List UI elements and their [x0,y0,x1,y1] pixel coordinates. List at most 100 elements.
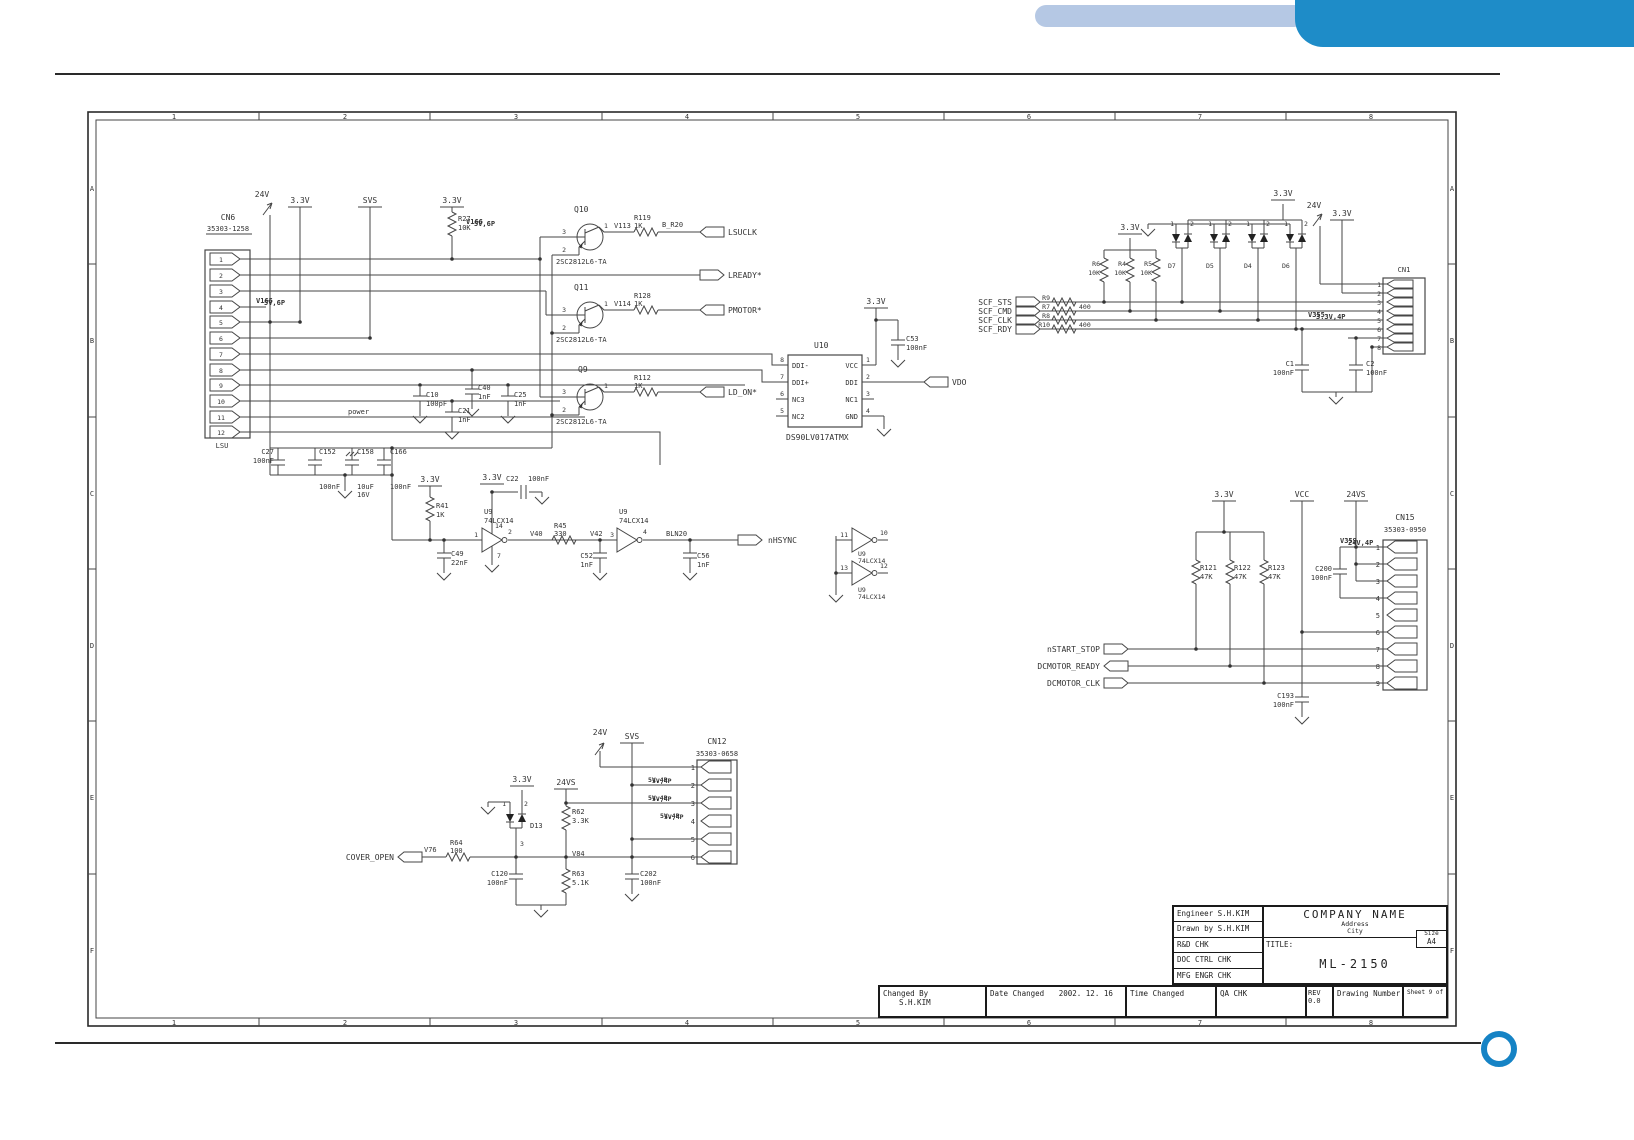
c52-val: 1nF [580,561,593,569]
pin-label: 1 [866,356,870,364]
r119-ref: R119 [634,214,651,222]
port-pmotor: PMOTOR* [728,306,762,315]
cn1-ref: CN1 [1398,266,1411,274]
changed-by-value: S.H.KIM [899,998,931,1007]
grid-col-label: 8 [1369,113,1373,121]
c49-val: 22nF [451,559,468,567]
grid-row-label: C [1450,490,1454,498]
pin-label: 2 [562,324,566,332]
driver-section: Q10 Q11 Q9 2SC2812L6-TA 2SC2812L6-TA 2SC… [539,205,762,448]
cap-val: 1nF [458,416,471,424]
d4-ref: D4 [1244,262,1252,270]
r6-val: 10K [1088,269,1100,277]
company-name: COMPANY NAME [1303,908,1407,921]
pin-label: 1 [691,764,695,772]
r5-ref: R5 [1144,260,1152,268]
grid-row-label: F [1450,947,1454,955]
r62-ref: R62 [572,808,585,816]
rev-label: REV [1308,989,1321,997]
grid-col-label: 1 [172,1019,176,1027]
grid-col-label: 8 [1369,1019,1373,1027]
r45-val: 330 [554,530,567,538]
pin-label: 5 [691,836,695,844]
rail-svs: SVS [363,196,378,205]
pin-label: 1 [474,531,478,539]
c53-val: 100nF [906,344,927,352]
c1-ref: C1 [1286,360,1294,368]
grid-col-label: 7 [1198,113,1202,121]
time-changed-label: Time Changed [1130,989,1185,998]
date-changed-cell: Date Changed 2002. 12. 16 [987,987,1127,1016]
cap-val: 1nF [478,393,491,401]
pin-name: NC2 [792,413,805,421]
cn6-pin: 11 [217,414,225,422]
port-lready: LREADY* [728,271,762,280]
r9-ref: R9 [1042,294,1050,302]
pin-label: 4 [1377,308,1381,316]
pin-label: 10 [880,529,888,537]
q10-part: 2SC2812L6-TA [556,258,607,266]
drawing-number-cell: Drawing Number [1334,987,1404,1016]
pin-label: 6 [691,854,695,862]
pin-label: 3 [562,228,566,236]
rnd-chk-row: R&D CHK [1174,938,1262,954]
net-label: B_R20 [662,221,683,229]
engineer-row: Engineer S.H.KIM [1174,907,1262,923]
grid-row-label: B [90,337,94,345]
d13-ref: D13 [530,822,543,830]
u10-section: U10 DS90LV017ATMX 8 7 6 5 DDI- DDI+ NC3 … [776,297,967,442]
port-scf-cmd: SCF_CMD [978,307,1012,316]
u10-ref: U10 [814,341,829,350]
pin-label: 1 [1377,281,1381,289]
q11-part: 2SC2812L6-TA [556,336,607,344]
c52-ref: C52 [580,552,593,560]
pin-label: 7 [1377,335,1381,343]
pin-name: DDI+ [792,379,809,387]
q10-ref: Q10 [574,205,589,214]
pin-label: 2 [866,373,870,381]
pin-label: 1 [502,800,506,808]
cap-val: 100pF [426,400,447,408]
pin-name: DDI- [792,362,809,370]
qa-chk-label: QA CHK [1220,989,1248,998]
drawing-title: ML-2150 [1319,957,1391,971]
pin-label: 2 [1190,220,1194,228]
r6-ref: R6 [1092,260,1100,268]
cap-ref: C25 [514,391,527,399]
r64-ref: R64 [450,839,463,847]
pin-label: 2 [1304,220,1308,228]
pin-label: 1 [604,300,608,308]
c2-ref: C2 [1366,360,1374,368]
grid-col-label: 7 [1198,1019,1202,1027]
port-scf-rdy: SCF_RDY [978,325,1012,334]
pin-label: 4 [643,528,647,536]
drawn-by-row: Drawn by S.H.KIM [1174,922,1262,938]
cn12-section: 24V SVS C202 100nF 24VS R62 3.3K COVER_O… [346,728,738,918]
pin-label: 3 [610,531,614,539]
q9-ref: Q9 [578,365,588,374]
pin-label: 7 [780,373,784,381]
qa-chk-cell: QA CHK [1217,987,1307,1016]
u9-part: 74LCX14 [858,593,885,601]
rail-24v: 24V [593,728,608,737]
cn6-pin: 9 [219,382,223,390]
pin-name: NC1 [845,396,858,404]
cn15-section: 3.3V R121 47K R122 47K R123 47K VCC C193… [1037,490,1428,725]
grid-row-label: E [90,794,94,802]
pin-label: 9 [1376,680,1380,688]
title-block: Engineer S.H.KIM Drawn by S.H.KIM R&D CH… [1172,905,1448,985]
cn6-part: 35303-1258 [207,225,249,233]
port-dcmotor-clk: DCMOTOR_CLK [1047,679,1100,688]
cap-val: 1nF [514,400,527,408]
pin-label: 6 [1377,326,1381,334]
port-lsuclk: LSUCLK [728,228,757,237]
pin-label: 2 [1377,290,1381,298]
title-block-main: COMPANY NAME Address City TITLE: ML-2150… [1264,907,1446,983]
pin-label: 7 [1376,646,1380,654]
net-label: V84 [572,850,585,858]
grid-col-label: 3 [514,1019,518,1027]
c193-ref: C193 [1277,692,1294,700]
grid-row-label: F [90,947,94,955]
pin-label: 5 [780,407,784,415]
port-hsync: nHSYNC [768,536,797,545]
